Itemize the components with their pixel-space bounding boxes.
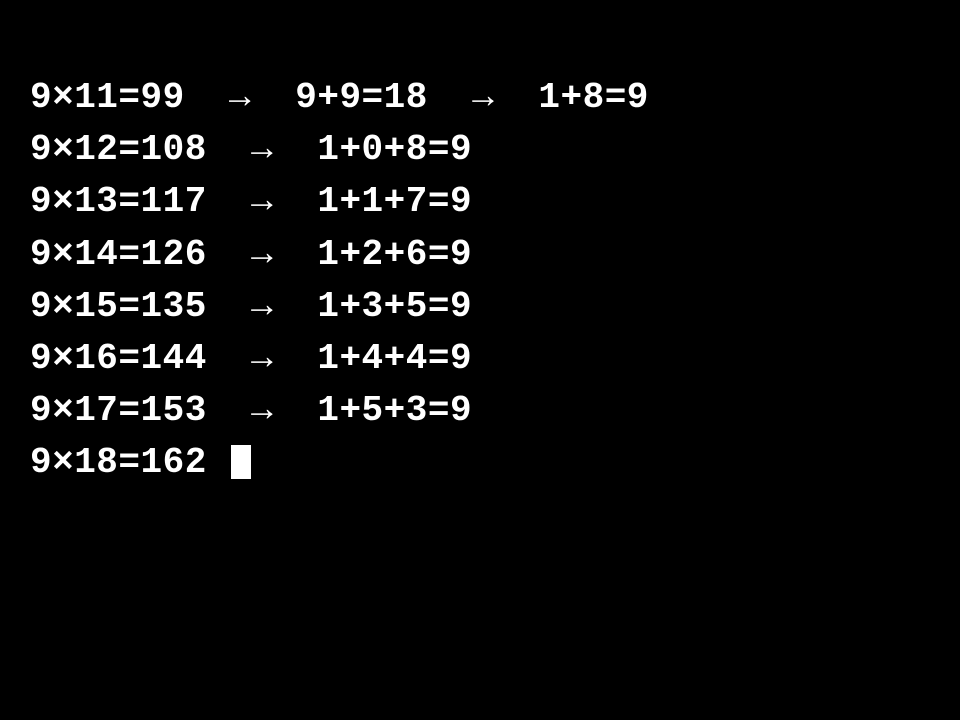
- output-line: 9×11=99 → 9+9=18 → 1+8=9: [30, 72, 930, 124]
- output-line: 9×15=135 → 1+3+5=9: [30, 281, 930, 333]
- current-line[interactable]: 9×18=162: [30, 437, 930, 489]
- output-line: 9×14=126 → 1+2+6=9: [30, 229, 930, 281]
- output-line: 9×17=153 → 1+5+3=9: [30, 385, 930, 437]
- output-line: 9×13=117 → 1+1+7=9: [30, 176, 930, 228]
- current-text: 9×18=162: [30, 442, 229, 483]
- cursor-icon: [231, 445, 251, 479]
- terminal-output: 9×11=99 → 9+9=18 → 1+8=9 9×12=108 → 1+0+…: [30, 86, 930, 640]
- output-line: 9×12=108 → 1+0+8=9: [30, 124, 930, 176]
- output-line: 9×16=144 → 1+4+4=9: [30, 333, 930, 385]
